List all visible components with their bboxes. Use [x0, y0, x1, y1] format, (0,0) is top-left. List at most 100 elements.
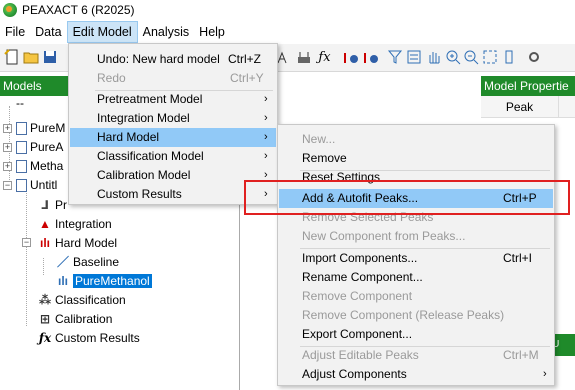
- settings-icon[interactable]: [525, 49, 542, 66]
- component-icon: ılı: [57, 274, 68, 288]
- menu-item-label: Classification Model: [97, 149, 204, 163]
- menu-rename-component[interactable]: Rename Component...: [279, 268, 553, 287]
- tree-item-metha[interactable]: Metha: [16, 157, 63, 175]
- menu-item-label: Import Components...: [302, 251, 418, 265]
- menu-item-label: New Component from Peaks...: [302, 229, 466, 243]
- tree-item-untitled[interactable]: Untitl: [16, 176, 57, 194]
- menu-file[interactable]: File: [0, 21, 30, 43]
- menu-help[interactable]: Help: [194, 21, 230, 43]
- integration-icon: ▲: [39, 217, 51, 231]
- column-peak[interactable]: Peak: [481, 96, 559, 118]
- tree-item-purem[interactable]: PureM: [16, 119, 65, 137]
- menu-export-component[interactable]: Export Component...: [279, 325, 553, 344]
- tree-item-label: Hard Model: [55, 236, 118, 250]
- menu-redo[interactable]: Redo Ctrl+Y: [70, 69, 276, 88]
- menu-pretreatment-model[interactable]: Pretreatment Model ›: [70, 90, 276, 109]
- tree-item-label: Pr: [55, 198, 67, 212]
- menu-remove[interactable]: Remove: [279, 149, 553, 168]
- menu-item-label: New...: [302, 132, 336, 146]
- menu-item-label: Calibration Model: [97, 168, 191, 182]
- zoom-vertical-icon[interactable]: [500, 49, 517, 66]
- submenu-arrow-icon: ›: [264, 112, 268, 124]
- menu-undo[interactable]: Undo: New hard model Ctrl+Z: [70, 50, 276, 69]
- expand-icon[interactable]: +: [3, 162, 12, 171]
- menu-new-component-from-peaks[interactable]: New Component from Peaks...: [279, 227, 553, 246]
- filter-icon[interactable]: [386, 49, 403, 66]
- menu-item-label: Hard Model: [97, 130, 160, 144]
- function-icon: ƒx: [38, 331, 52, 345]
- collapse-icon[interactable]: −: [22, 238, 31, 247]
- calibration-tool-icon[interactable]: [295, 49, 312, 66]
- menu-item-label: Adjust Components: [302, 367, 407, 381]
- list-icon[interactable]: [405, 49, 422, 66]
- pretreatment-icon: ⅃: [41, 198, 49, 212]
- tree-item-baseline[interactable]: ／ Baseline: [56, 253, 119, 271]
- save-icon[interactable]: [41, 49, 58, 66]
- hand-pan-icon[interactable]: [425, 49, 442, 66]
- menu-item-shortcut: Ctrl+I: [503, 251, 533, 265]
- menu-item-label: Remove: [302, 151, 347, 165]
- submenu-arrow-icon: ›: [264, 131, 268, 143]
- menu-import-components[interactable]: Import Components... Ctrl+I: [279, 249, 553, 268]
- expand-icon[interactable]: +: [3, 143, 12, 152]
- menu-undo-label: Undo: New hard model: [97, 52, 220, 66]
- tree-item-hard-model[interactable]: ılı Hard Model: [38, 234, 117, 252]
- tree-item-custom-results[interactable]: ƒx Custom Results: [38, 329, 140, 347]
- menu-edit-model[interactable]: Edit Model: [66, 21, 138, 43]
- menu-bar: File Data Edit Model Analysis Help: [0, 21, 575, 43]
- tree-item-label: Calibration: [55, 312, 113, 326]
- tree-item-classification[interactable]: ⁂ Classification: [38, 291, 126, 309]
- menu-item-label: Custom Results: [97, 187, 182, 201]
- open-folder-icon[interactable]: [22, 49, 39, 66]
- function-icon[interactable]: ƒx: [316, 49, 333, 66]
- tree-item-label: Metha: [30, 159, 64, 173]
- menu-item-label: Adjust Editable Peaks: [302, 348, 419, 362]
- menu-remove-component[interactable]: Remove Component: [279, 287, 553, 306]
- tree-item-pure-methanol[interactable]: ılı PureMethanol: [56, 272, 152, 290]
- document-icon: [16, 141, 27, 155]
- menu-item-shortcut: Ctrl+M: [503, 348, 539, 362]
- document-icon: [16, 179, 27, 193]
- tree-item-purea[interactable]: PureA: [16, 138, 63, 156]
- baseline-icon: ／: [56, 255, 69, 269]
- submenu-arrow-icon: ›: [543, 368, 547, 380]
- document-icon: [16, 160, 27, 174]
- title-bar: PEAXACT 6 (R2025): [0, 0, 575, 20]
- menu-new[interactable]: New...: [279, 130, 553, 149]
- peak-add-icon[interactable]: [342, 49, 359, 66]
- submenu-arrow-icon: ›: [264, 93, 268, 105]
- tree-item-calibration[interactable]: ⊞ Calibration: [38, 310, 112, 328]
- menu-redo-label: Redo: [97, 71, 126, 85]
- menu-classification-model[interactable]: Classification Model ›: [70, 147, 276, 166]
- classification-icon: ⁂: [38, 293, 52, 307]
- menu-adjust-editable-peaks[interactable]: Adjust Editable Peaks Ctrl+M: [279, 346, 553, 365]
- tree-item-pretreatment[interactable]: ⅃ Pr: [38, 196, 67, 214]
- calibration-icon: ⊞: [39, 312, 51, 326]
- menu-item-label: Rename Component...: [302, 270, 423, 284]
- zoom-out-icon[interactable]: [462, 49, 479, 66]
- peak-fit-icon[interactable]: [362, 49, 379, 66]
- properties-column-header: Peak: [481, 96, 575, 118]
- tree-item-label: Custom Results: [55, 331, 140, 345]
- new-file-icon[interactable]: [3, 49, 20, 66]
- window-title: PEAXACT 6 (R2025): [22, 3, 135, 17]
- tree-item-label: Baseline: [73, 255, 120, 269]
- menu-item-label: Integration Model: [97, 111, 190, 125]
- menu-hard-model[interactable]: Hard Model ›: [70, 128, 276, 147]
- tree-item-integration[interactable]: ▲ Integration: [38, 215, 112, 233]
- menu-integration-model[interactable]: Integration Model ›: [70, 109, 276, 128]
- tree-root[interactable]: --: [16, 94, 24, 112]
- menu-undo-shortcut: Ctrl+Z: [228, 52, 261, 66]
- menu-adjust-components[interactable]: Adjust Components ›: [279, 365, 553, 384]
- expand-icon[interactable]: +: [3, 124, 12, 133]
- zoom-fit-icon[interactable]: [481, 49, 498, 66]
- tree-item-label: Integration: [55, 217, 112, 231]
- submenu-arrow-icon: ›: [264, 150, 268, 162]
- menu-redo-shortcut: Ctrl+Y: [230, 71, 264, 85]
- collapse-icon[interactable]: −: [3, 181, 12, 190]
- menu-remove-component-release[interactable]: Remove Component (Release Peaks): [279, 306, 553, 325]
- menu-analysis[interactable]: Analysis: [138, 21, 195, 43]
- menu-item-label: Pretreatment Model: [97, 92, 203, 106]
- menu-data[interactable]: Data: [30, 21, 66, 43]
- zoom-in-icon[interactable]: [444, 49, 461, 66]
